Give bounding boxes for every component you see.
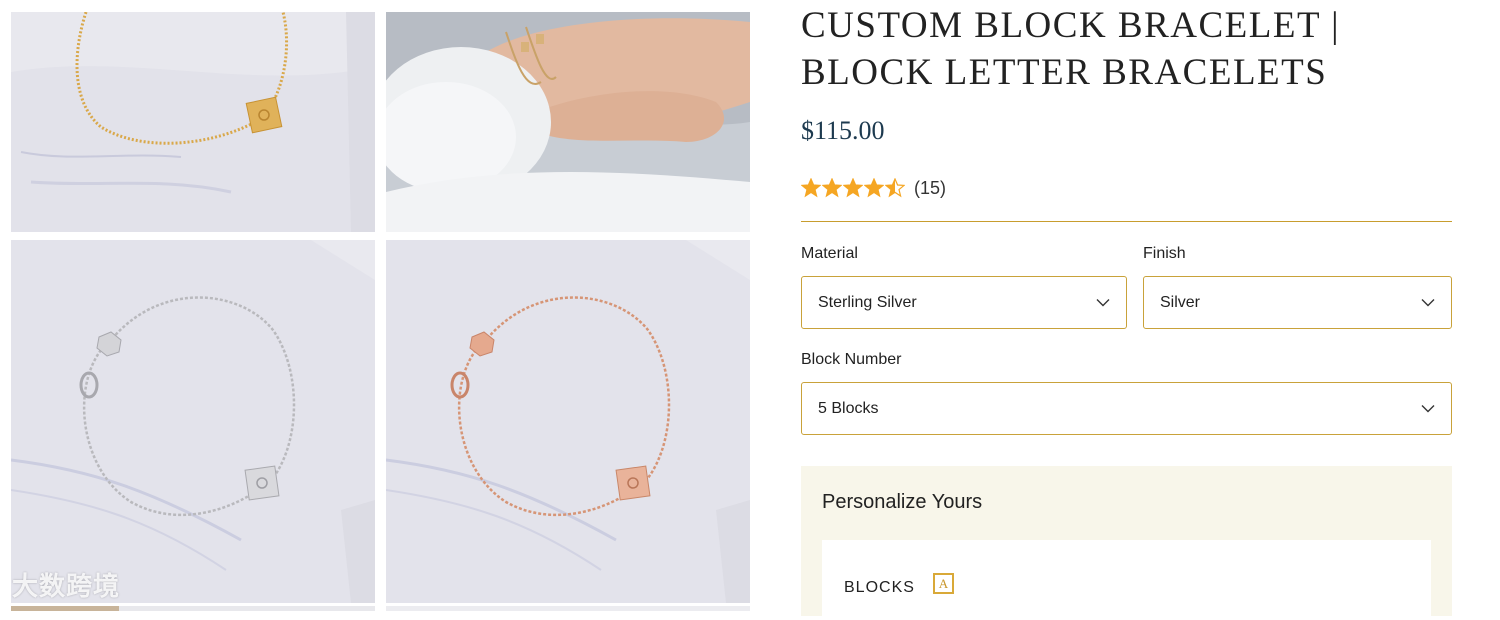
letter-block-icon[interactable]: A [933,573,954,594]
wrist-bracelet-photo[interactable] [386,12,750,232]
personalize-panel: Personalize Yours BLOCKS A [801,466,1452,620]
material-select[interactable]: Sterling Silver [801,276,1127,329]
blocks-card: BLOCKS A [822,540,1431,620]
watermark: 大数跨境 [12,572,121,602]
rose-gold-bracelet-photo[interactable] [386,240,750,603]
rating[interactable]: (15) [801,175,946,201]
block-number-value: 5 Blocks [818,399,879,417]
silver-bracelet-photo[interactable] [11,240,375,603]
next-photo-strip [119,606,375,611]
product-price: $115.00 [801,116,885,145]
finish-value: Silver [1160,293,1201,311]
divider [801,221,1452,222]
star-rating [801,178,905,198]
chevron-down-icon [1421,405,1435,413]
chevron-down-icon [1421,299,1435,307]
next-photo-strip [11,606,119,611]
finish-select[interactable]: Silver [1143,276,1452,329]
gold-bracelet-photo[interactable] [11,12,375,232]
finish-label: Finish [1143,245,1186,262]
star-icon [801,178,821,198]
personalize-title: Personalize Yours [822,491,983,513]
star-icon [885,178,905,198]
block-number-select[interactable]: 5 Blocks [801,382,1452,435]
material-value: Sterling Silver [818,293,917,311]
next-photo-strip [386,606,750,611]
product-title: CUSTOM BLOCK BRACELET | BLOCK LETTER BRA… [801,5,1341,93]
review-count[interactable]: (15) [914,178,946,199]
chevron-down-icon [1096,299,1110,307]
star-icon [843,178,863,198]
star-icon [864,178,884,198]
blocks-label: BLOCKS [844,579,915,596]
material-label: Material [801,245,858,262]
star-icon [822,178,842,198]
block-number-label: Block Number [801,351,902,368]
